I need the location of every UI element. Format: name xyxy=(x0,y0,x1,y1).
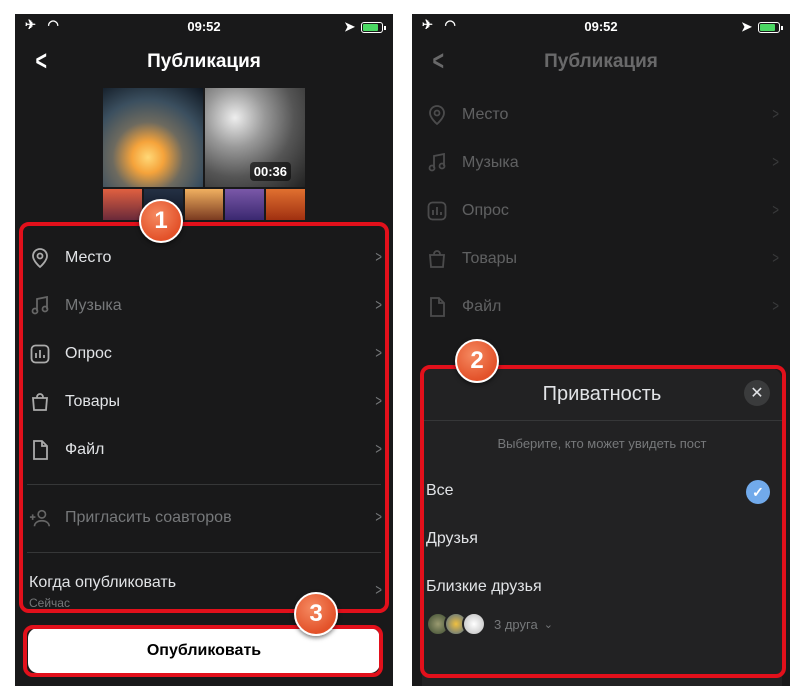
page-title: Публикация xyxy=(147,51,261,72)
step-badge-1: 1 xyxy=(139,199,183,243)
publication-screen: ✈ ◠ 09:52 ➤ < Публикация 00:36 Место > М… xyxy=(15,14,393,686)
status-bar: ✈ ◠ 09:52 ➤ xyxy=(412,14,790,40)
invite-label: Пригласить соавторов xyxy=(65,509,232,526)
video-thumbnail[interactable]: 00:36 xyxy=(205,88,305,187)
when-publish-label[interactable]: Когда опубликовать xyxy=(29,574,176,592)
menu-item-label: Товары xyxy=(462,250,518,267)
chevron-right-icon[interactable]: > xyxy=(375,582,382,600)
battery-icon xyxy=(361,21,386,33)
poll-icon xyxy=(426,200,448,222)
location-pin-icon xyxy=(29,247,51,269)
privacy-sheet: Приватность ✕ Выберите, кто может увидет… xyxy=(422,368,782,686)
music-note-icon xyxy=(426,152,448,174)
menu-item-goods: Товары > xyxy=(412,235,790,283)
shopping-bag-icon xyxy=(29,391,51,413)
music-note-icon xyxy=(29,295,51,317)
chevron-right-icon: > xyxy=(772,106,779,123)
menu-item-label: Место xyxy=(462,106,509,123)
battery-icon xyxy=(758,21,783,33)
option-close-friends[interactable]: Близкие друзья xyxy=(426,578,542,596)
menu-item-label: Файл xyxy=(65,441,105,458)
media-gallery[interactable]: 00:36 xyxy=(103,88,305,220)
menu-item-label: Опрос xyxy=(462,202,509,219)
thumbnail-strip xyxy=(103,189,305,220)
thumb[interactable] xyxy=(266,189,305,220)
chevron-right-icon: > xyxy=(375,509,382,526)
thumb[interactable] xyxy=(225,189,265,220)
file-icon xyxy=(426,296,448,318)
sheet-title: Приватность xyxy=(542,383,662,405)
location-arrow-icon: ➤ xyxy=(344,19,355,34)
menu-item-label: Опрос xyxy=(65,345,112,362)
avatar xyxy=(462,612,486,636)
menu-item-label: Музыка xyxy=(65,297,122,314)
divider xyxy=(27,484,381,485)
chevron-right-icon: > xyxy=(375,297,382,314)
menu-item-label: Музыка xyxy=(462,154,519,171)
chevron-right-icon: > xyxy=(375,441,382,458)
shopping-bag-icon xyxy=(426,248,448,270)
when-publish-value: Сейчас xyxy=(29,596,70,610)
chevron-right-icon: > xyxy=(375,249,382,266)
menu-item-poll[interactable]: Опрос > xyxy=(15,330,393,378)
menu-item-place[interactable]: Место > xyxy=(15,234,393,282)
sheet-subtitle: Выберите, кто может увидеть пост xyxy=(497,436,707,451)
close-icon[interactable]: ✕ xyxy=(744,380,770,406)
divider xyxy=(422,420,782,421)
menu-item-label: Место xyxy=(65,249,112,266)
location-pin-icon xyxy=(426,104,448,126)
menu-item-label: Файл xyxy=(462,298,502,315)
status-bar: ✈ ◠ 09:52 ➤ xyxy=(15,14,393,40)
close-friends-list[interactable]: 3 друга ⌄ xyxy=(426,612,553,636)
page-title: Публикация xyxy=(544,51,658,72)
friends-count: 3 друга xyxy=(494,616,538,632)
checkmark-icon: ✓ xyxy=(746,480,770,504)
menu-item-file: Файл > xyxy=(412,283,790,331)
chevron-right-icon: > xyxy=(772,154,779,171)
divider xyxy=(27,552,381,553)
chevron-right-icon: > xyxy=(772,250,779,267)
add-person-icon xyxy=(29,507,51,529)
poll-icon xyxy=(29,343,51,365)
status-time: 09:52 xyxy=(187,19,221,34)
option-friends[interactable]: Друзья xyxy=(426,530,478,548)
chevron-right-icon: > xyxy=(375,393,382,410)
menu-item-file[interactable]: Файл > xyxy=(15,426,393,474)
thumb[interactable] xyxy=(103,189,142,220)
chevron-down-icon: ⌄ xyxy=(543,618,553,631)
video-duration: 00:36 xyxy=(249,162,291,181)
chevron-right-icon: > xyxy=(375,345,382,362)
menu-item-place: Место > xyxy=(412,91,790,139)
menu-item-goods[interactable]: Товары > xyxy=(15,378,393,426)
header: < Публикация xyxy=(412,46,790,78)
menu-item-music: Музыка > xyxy=(412,139,790,187)
location-arrow-icon: ➤ xyxy=(741,19,752,34)
chevron-right-icon: > xyxy=(772,298,779,315)
header: < Публикация xyxy=(15,46,393,78)
thumb[interactable] xyxy=(184,189,224,220)
step-badge-3: 3 xyxy=(294,592,338,636)
file-icon xyxy=(29,439,51,461)
invite-coauthors[interactable]: Пригласить соавторов > xyxy=(15,494,393,542)
menu-item-label: Товары xyxy=(65,393,121,410)
photo-thumbnail[interactable] xyxy=(103,88,203,187)
chevron-right-icon: > xyxy=(772,202,779,219)
option-all[interactable]: Все xyxy=(426,482,454,500)
menu-item-music[interactable]: Музыка > xyxy=(15,282,393,330)
step-badge-2: 2 xyxy=(455,339,499,383)
status-time: 09:52 xyxy=(584,19,618,34)
publish-button[interactable]: Опубликовать xyxy=(28,628,380,673)
menu-item-poll: Опрос > xyxy=(412,187,790,235)
